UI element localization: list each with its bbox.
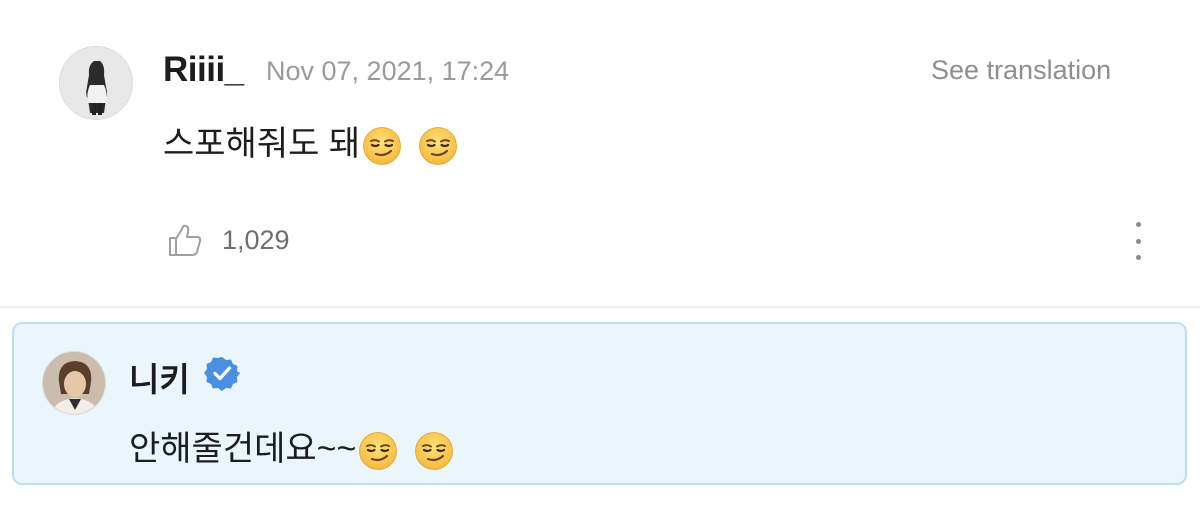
comment-body: 스포해줘도 돼 bbox=[163, 116, 458, 166]
verified-badge-icon bbox=[204, 357, 240, 391]
divider bbox=[0, 306, 1200, 308]
like-count: 1,029 bbox=[222, 224, 290, 255]
reply-username[interactable]: 니키 bbox=[129, 353, 190, 401]
reply-text: 안해줄건데요~~ bbox=[129, 430, 357, 468]
comment: Riiii_ Nov 07, 2021, 17:24 See translati… bbox=[0, 0, 1200, 308]
avatar[interactable] bbox=[59, 46, 133, 120]
more-options-icon[interactable] bbox=[1129, 222, 1147, 260]
comment-thread: Riiii_ Nov 07, 2021, 17:24 See translati… bbox=[0, 0, 1200, 511]
smirking-face-icon bbox=[358, 431, 398, 471]
smirking-face-icon bbox=[418, 126, 458, 166]
comment-timestamp: Nov 07, 2021, 17:24 bbox=[266, 56, 510, 86]
smirking-face-icon bbox=[414, 431, 454, 471]
reply-body: 안해줄건데요~~ bbox=[129, 421, 454, 471]
smirking-face-icon bbox=[362, 126, 402, 166]
comment-username[interactable]: Riiii_ bbox=[163, 50, 244, 90]
comment-text: 스포해줘도 돼 bbox=[163, 125, 361, 163]
reply-card: 니키 안해줄건데요~~ bbox=[12, 322, 1187, 485]
thumbs-up-icon[interactable] bbox=[166, 221, 204, 259]
like-button[interactable]: 1,029 bbox=[166, 220, 290, 260]
see-translation-link[interactable]: See translation bbox=[931, 55, 1111, 86]
reply-avatar[interactable] bbox=[42, 351, 106, 415]
